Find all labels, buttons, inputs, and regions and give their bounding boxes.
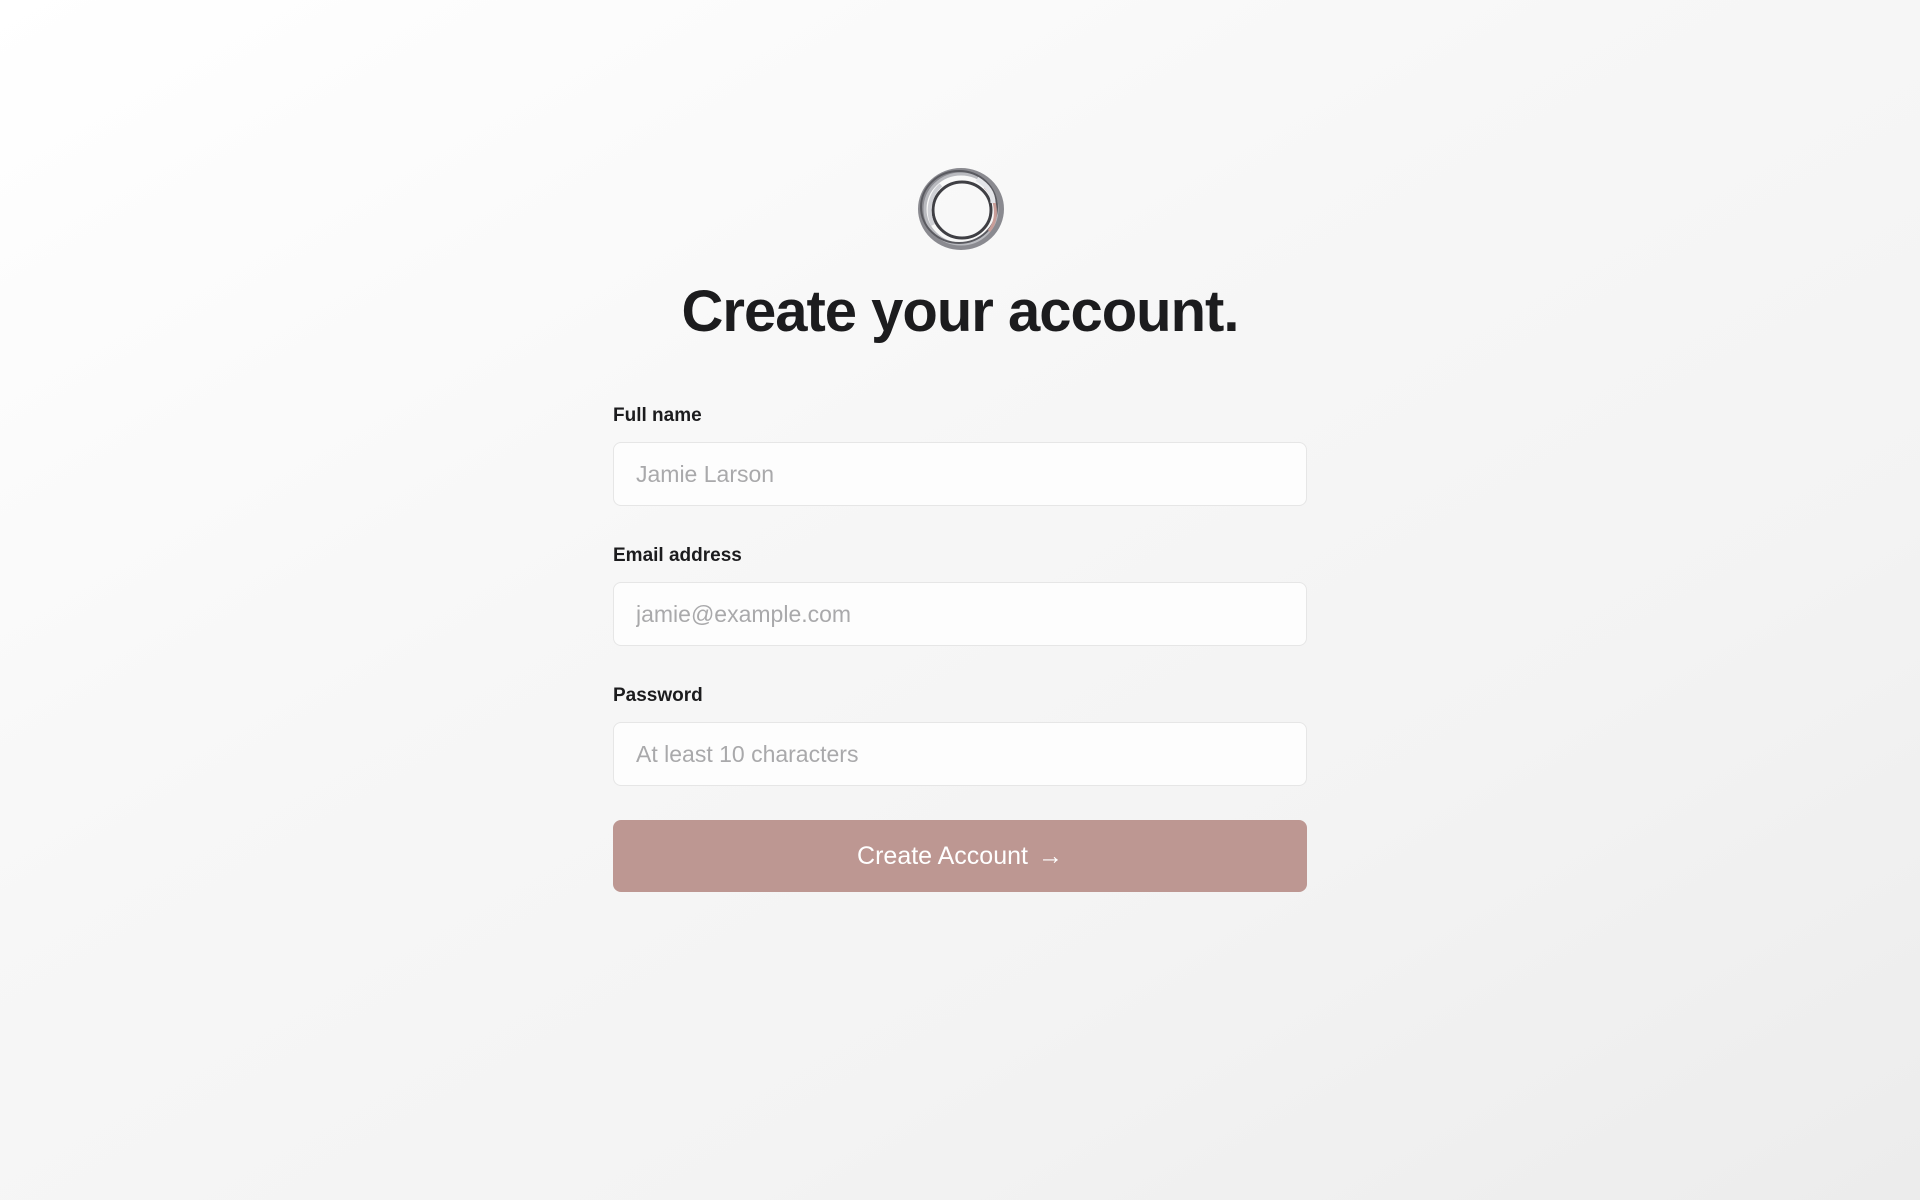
password-input[interactable]: [613, 722, 1307, 786]
email-field-group: Email address: [613, 540, 1307, 646]
page-title: Create your account.: [681, 279, 1240, 344]
full-name-field-group: Full name: [613, 400, 1307, 506]
arrow-right-icon: →: [1037, 841, 1063, 870]
email-label: Email address: [613, 545, 742, 566]
full-name-input[interactable]: [613, 442, 1307, 506]
password-label: Password: [613, 685, 703, 706]
signup-form: Full name Email address Password Create …: [613, 400, 1307, 892]
create-account-label: Create Account: [857, 841, 1028, 870]
ring-logo-icon: [915, 165, 1007, 251]
password-field-group: Password: [613, 680, 1307, 786]
email-input[interactable]: [613, 582, 1307, 646]
signup-page: Create your account. Full name Email add…: [0, 0, 1920, 1200]
full-name-label: Full name: [613, 405, 702, 426]
create-account-button[interactable]: Create Account →: [613, 820, 1307, 892]
